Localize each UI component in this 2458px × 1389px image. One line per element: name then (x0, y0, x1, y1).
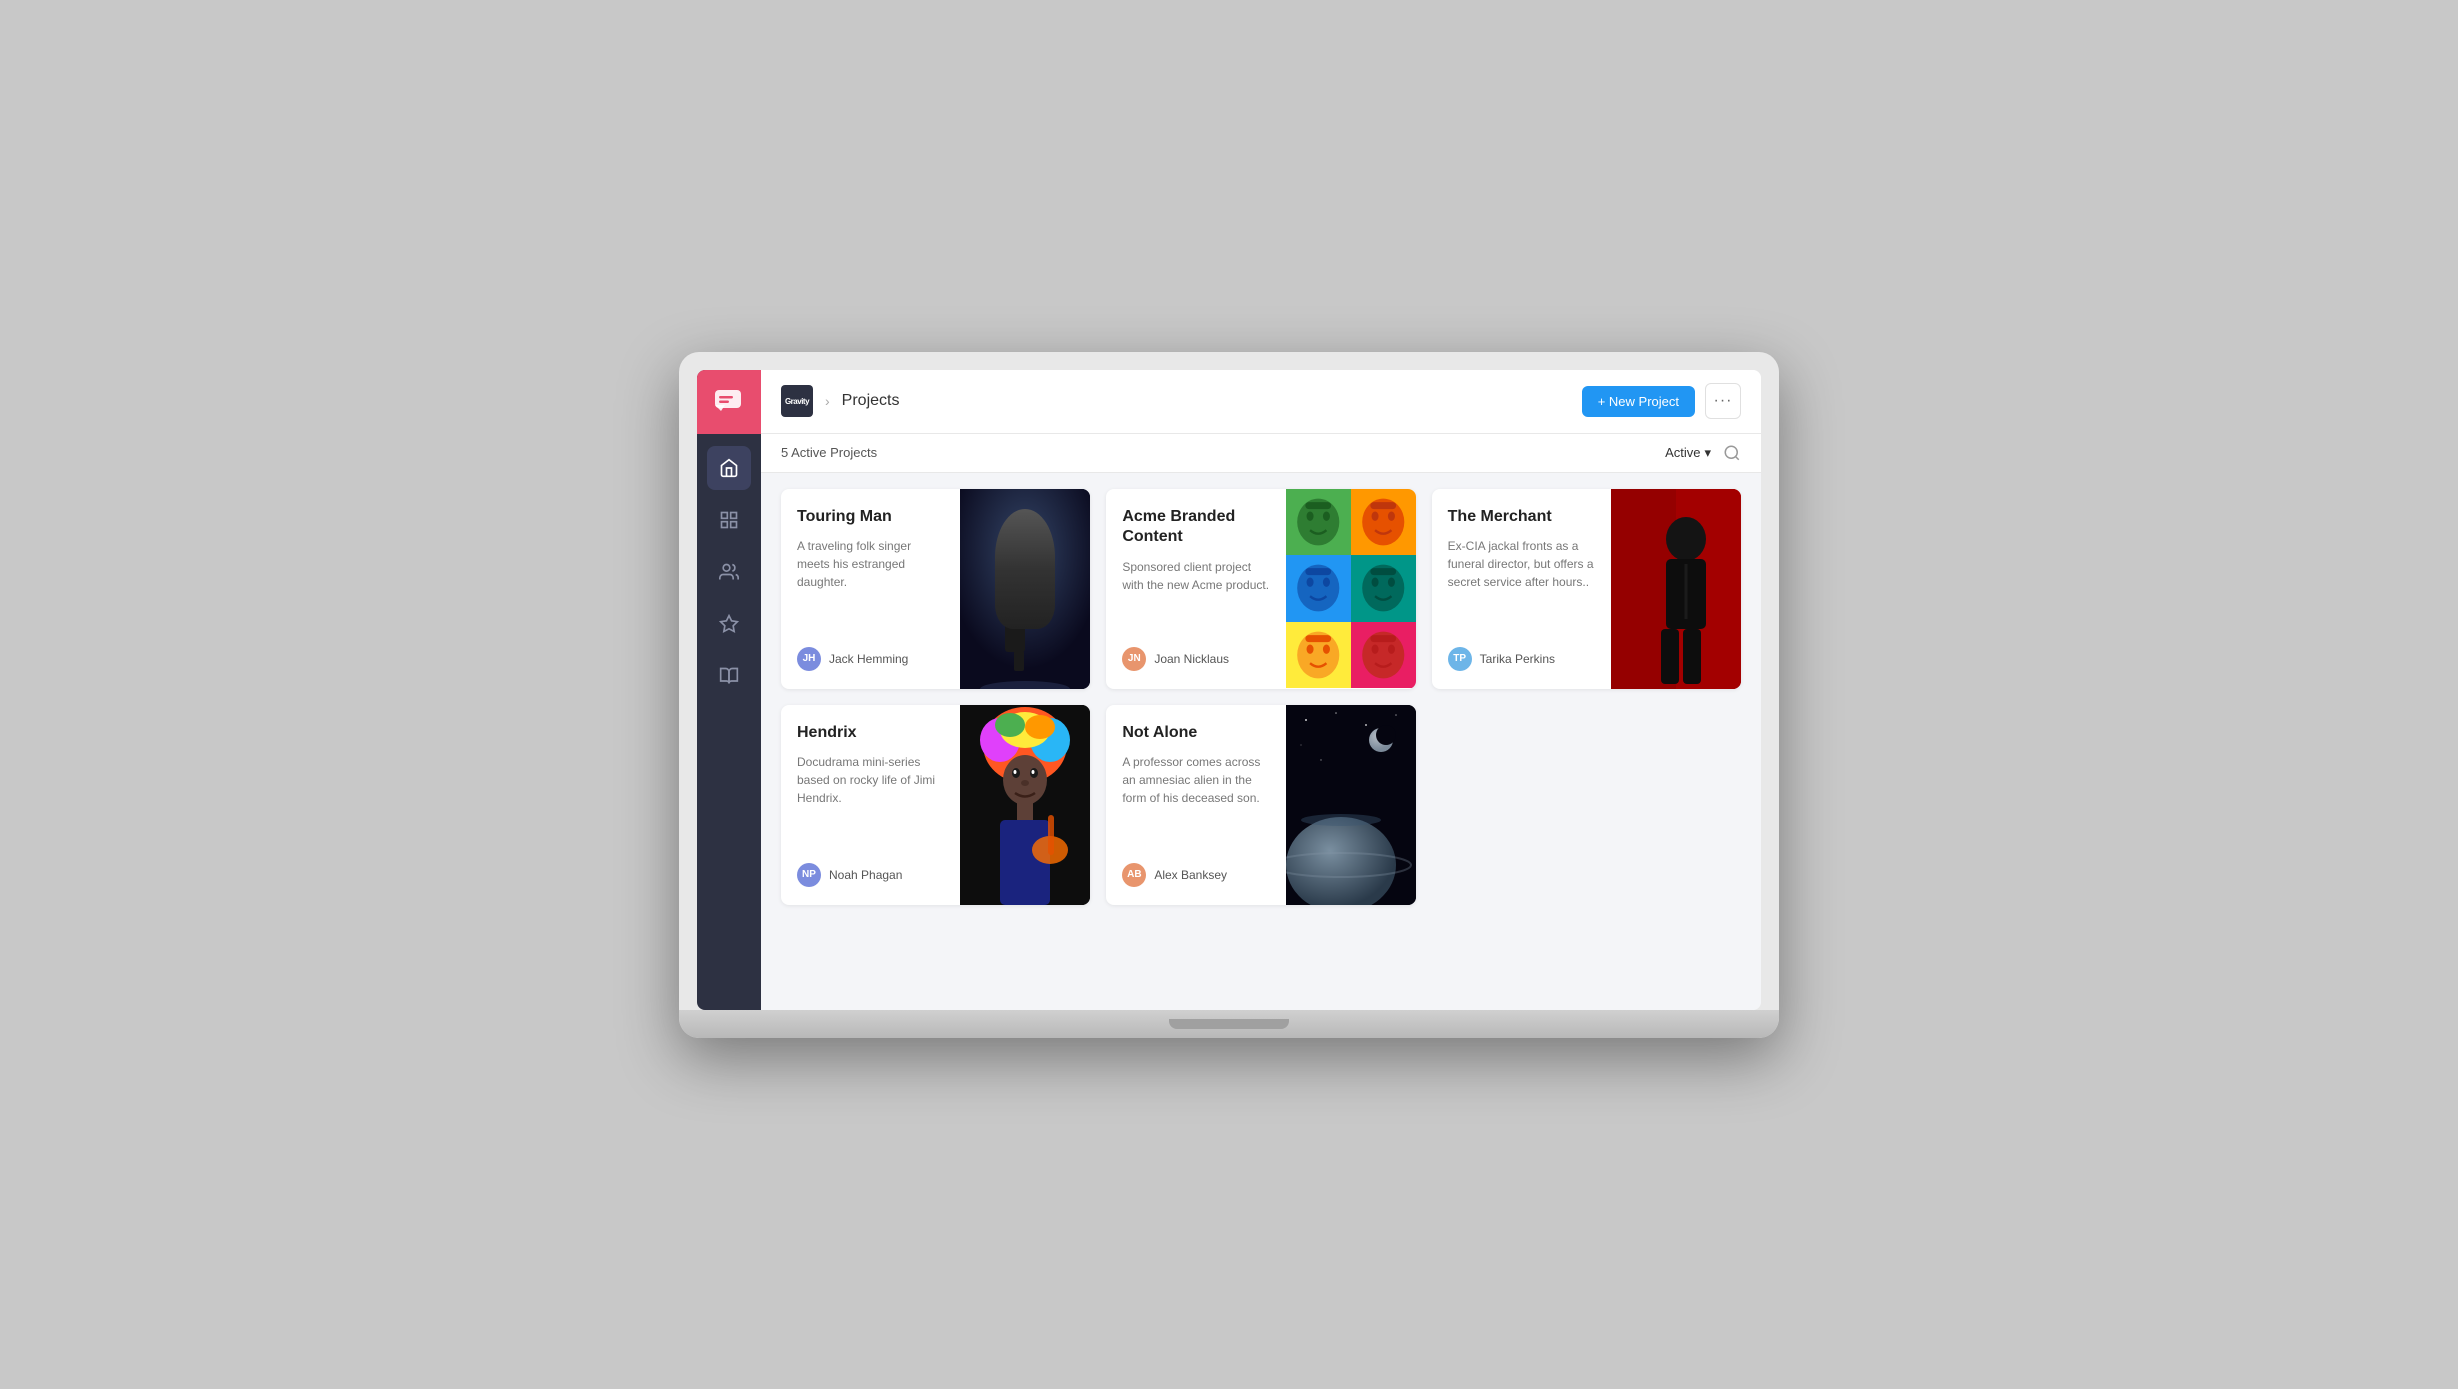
sidebar-navigation (697, 434, 761, 698)
author-name: Alex Banksey (1154, 868, 1227, 882)
users-icon (719, 562, 739, 582)
merchant-illustration (1611, 489, 1741, 689)
filter-active-button[interactable]: Active ▾ (1665, 445, 1711, 461)
pop-cell-3 (1286, 555, 1351, 622)
main-content: Gravity › Projects + New Project ··· 5 A… (761, 370, 1761, 1010)
active-projects-count: 5 Active Projects (781, 445, 877, 460)
card-info: Not Alone A professor comes across an am… (1106, 705, 1285, 905)
pop-cell-4 (1351, 555, 1416, 622)
sidebar (697, 370, 761, 1010)
card-image-hendrix (960, 705, 1090, 905)
pop-face-1 (1289, 492, 1348, 552)
sidebar-item-book[interactable] (707, 654, 751, 698)
projects-grid: Touring Man A traveling folk singer meet… (781, 489, 1741, 905)
sidebar-logo[interactable] (697, 370, 761, 434)
pop-cell-6 (1351, 622, 1416, 689)
card-description: Sponsored client project with the new Ac… (1122, 558, 1269, 634)
author-avatar: JN (1122, 647, 1146, 671)
author-avatar: NP (797, 863, 821, 887)
card-info: The Merchant Ex-CIA jackal fronts as a f… (1432, 489, 1611, 689)
filter-chevron-icon: ▾ (1704, 445, 1711, 461)
home-icon (719, 458, 739, 478)
author-avatar: AB (1122, 863, 1146, 887)
sidebar-item-users[interactable] (707, 550, 751, 594)
card-info: Touring Man A traveling folk singer meet… (781, 489, 960, 689)
project-card-merchant[interactable]: The Merchant Ex-CIA jackal fronts as a f… (1432, 489, 1741, 689)
card-author: TP Tarika Perkins (1448, 647, 1595, 671)
book-icon (719, 666, 739, 686)
author-avatar: TP (1448, 647, 1472, 671)
project-card-touring-man[interactable]: Touring Man A traveling folk singer meet… (781, 489, 1090, 689)
sub-header: 5 Active Projects Active ▾ (761, 434, 1761, 473)
new-project-button[interactable]: + New Project (1582, 386, 1695, 417)
filter-active-label: Active (1665, 445, 1700, 460)
pop-cell-1 (1286, 489, 1351, 556)
author-name: Jack Hemming (829, 652, 908, 666)
card-author: JH Jack Hemming (797, 647, 944, 671)
pop-cell-2 (1351, 489, 1416, 556)
author-name: Joan Nicklaus (1154, 652, 1229, 666)
header-chevron-icon: › (825, 393, 830, 409)
laptop-screen: Gravity › Projects + New Project ··· 5 A… (697, 370, 1761, 1010)
more-options-button[interactable]: ··· (1705, 383, 1741, 419)
projects-area: Touring Man A traveling folk singer meet… (761, 473, 1761, 1010)
laptop-frame: Gravity › Projects + New Project ··· 5 A… (679, 352, 1779, 1038)
pop-face-3 (1289, 558, 1348, 618)
card-author: NP Noah Phagan (797, 863, 944, 887)
pop-face-6 (1354, 625, 1413, 685)
search-button[interactable] (1723, 444, 1741, 462)
not-alone-illustration (1286, 705, 1416, 905)
author-name: Noah Phagan (829, 868, 902, 882)
search-icon (1723, 444, 1741, 462)
hendrix-illustration (960, 705, 1090, 905)
card-image-merchant (1611, 489, 1741, 689)
card-author: JN Joan Nicklaus (1122, 647, 1269, 671)
card-image-not-alone (1286, 705, 1416, 905)
card-title: Acme Branded Content (1122, 507, 1269, 549)
card-info: Acme Branded Content Sponsored client pr… (1106, 489, 1285, 689)
pop-face-5 (1289, 625, 1348, 685)
card-description: A professor comes across an amnesiac ali… (1122, 753, 1269, 850)
card-image-acme (1286, 489, 1416, 689)
sidebar-item-home[interactable] (707, 446, 751, 490)
pop-face-4 (1354, 558, 1413, 618)
laptop-notch (1169, 1019, 1289, 1029)
header: Gravity › Projects + New Project ··· (761, 370, 1761, 434)
card-description: Ex-CIA jackal fronts as a funeral direct… (1448, 537, 1595, 634)
sidebar-item-vip[interactable] (707, 602, 751, 646)
card-description: Docudrama mini-series based on rocky lif… (797, 753, 944, 850)
grid-icon (719, 510, 739, 530)
project-card-hendrix[interactable]: Hendrix Docudrama mini-series based on r… (781, 705, 1090, 905)
vip-icon (719, 614, 739, 634)
card-title: The Merchant (1448, 507, 1595, 528)
card-title: Not Alone (1122, 723, 1269, 744)
gravity-badge: Gravity (781, 385, 813, 417)
laptop-base (679, 1010, 1779, 1038)
chat-icon (713, 386, 745, 418)
sidebar-item-grid[interactable] (707, 498, 751, 542)
pop-face-2 (1354, 492, 1413, 552)
pop-cell-5 (1286, 622, 1351, 689)
card-image-touring-man (960, 489, 1090, 689)
page-title: Projects (842, 392, 1570, 410)
card-info: Hendrix Docudrama mini-series based on r… (781, 705, 960, 905)
card-description: A traveling folk singer meets his estran… (797, 537, 944, 634)
card-title: Touring Man (797, 507, 944, 528)
header-actions: + New Project ··· (1582, 383, 1741, 419)
card-title: Hendrix (797, 723, 944, 744)
touring-man-illustration (960, 489, 1090, 689)
card-author: AB Alex Banksey (1122, 863, 1269, 887)
gravity-badge-text: Gravity (785, 397, 809, 406)
project-card-acme[interactable]: Acme Branded Content Sponsored client pr… (1106, 489, 1415, 689)
project-card-not-alone[interactable]: Not Alone A professor comes across an am… (1106, 705, 1415, 905)
author-avatar: JH (797, 647, 821, 671)
sub-header-right: Active ▾ (1665, 444, 1741, 462)
author-name: Tarika Perkins (1480, 652, 1555, 666)
